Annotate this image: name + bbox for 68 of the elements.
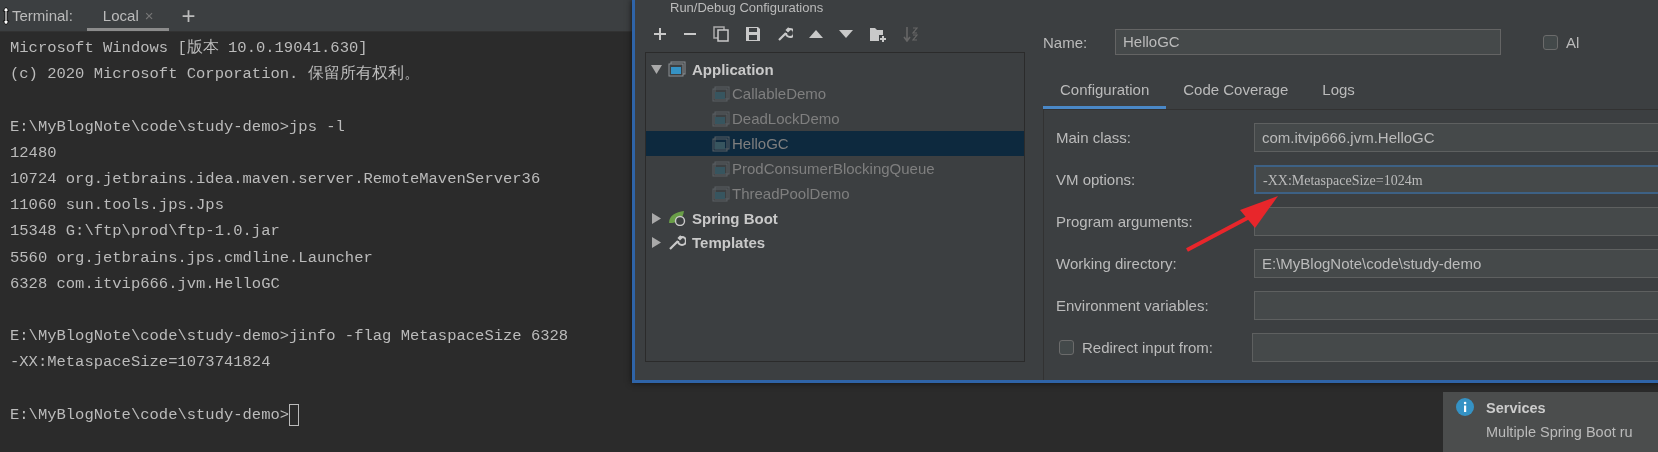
- info-icon: [1456, 398, 1474, 416]
- new-folder-icon[interactable]: [869, 26, 887, 42]
- move-down-icon[interactable]: [839, 30, 853, 38]
- copy-icon[interactable]: [713, 26, 729, 42]
- input-field[interactable]: com.itvip666.jvm.HelloGC: [1254, 122, 1658, 152]
- tab[interactable]: Logs: [1305, 74, 1372, 109]
- terminal-line: 11060 sun.tools.jps.Jps: [10, 195, 224, 217]
- field-label: Environment variables:: [1056, 296, 1210, 314]
- terminal-line: E:\MyBlogNote\code\study-demo>jps -l: [10, 116, 345, 138]
- terminal-tab[interactable]: Local ×: [86, 0, 170, 31]
- terminal-line: E:\MyBlogNote\code\study-demo>jinfo -flag MetaspaceSize 6328: [10, 326, 569, 348]
- move-up-icon[interactable]: [809, 30, 823, 38]
- terminal-line: 5560 org.jetbrains.jps.cmdline.Launcher: [10, 247, 373, 269]
- save-icon[interactable]: [745, 26, 761, 42]
- terminal-line: Microsoft Windows [版本 10.0.19041.630]: [10, 38, 368, 60]
- application-window-icon: [712, 160, 730, 177]
- input-field[interactable]: E:\MyBlogNote\code\study-demo: [1254, 248, 1658, 278]
- application-window-icon: [712, 135, 730, 152]
- application-window-icon: [712, 185, 730, 202]
- tree-group[interactable]: Spring Boot: [692, 209, 778, 227]
- resize-cursor-icon: [2, 5, 10, 26]
- tree-item[interactable]: ThreadPoolDemo: [646, 181, 1024, 206]
- input-field[interactable]: -XX:MetaspaceSize=1024m: [1254, 164, 1658, 194]
- dialog-title: Run/Debug Configurations: [669, 0, 825, 16]
- name-field[interactable]: HelloGC: [1115, 29, 1501, 55]
- tree-group[interactable]: Templates: [692, 233, 766, 251]
- application-window-icon: [668, 61, 686, 77]
- notification-title: Services: [1486, 399, 1547, 418]
- tree-item[interactable]: HelloGC: [646, 131, 1024, 156]
- checkbox-label: Redirect input from:: [1082, 338, 1214, 356]
- terminal-label: Terminal:: [12, 7, 73, 24]
- notification-text: Multiple Spring Boot ru: [1486, 424, 1633, 440]
- wrench-icon: [668, 234, 686, 250]
- remove-icon[interactable]: [683, 32, 697, 36]
- tree-item[interactable]: DeadLockDemo: [646, 106, 1024, 131]
- checkbox[interactable]: [1543, 34, 1558, 50]
- name-label: Name:: [1043, 33, 1089, 51]
- terminal-line: 15348 G:\ftp\prod\ftp-1.0.jar: [10, 221, 280, 243]
- checkbox-label: Al: [1566, 33, 1580, 51]
- tree-item[interactable]: CallableDemo: [646, 81, 1024, 106]
- application-window-icon: [712, 110, 730, 127]
- field-label: Main class:: [1056, 128, 1133, 146]
- expand-toggle-icon[interactable]: [651, 212, 662, 224]
- terminal-line: 6328 com.itvip666.jvm.HelloGC: [10, 273, 280, 295]
- terminal-line: -XX:MetaspaceSize=1073741824: [10, 352, 271, 374]
- input-field[interactable]: [1254, 290, 1658, 320]
- wrench-icon[interactable]: [777, 26, 793, 42]
- terminal-line: E:\MyBlogNote\code\study-demo>: [10, 404, 290, 426]
- add-tab-button[interactable]: +: [181, 1, 196, 30]
- tree-group[interactable]: Application: [692, 60, 774, 78]
- input-field[interactable]: [1252, 332, 1658, 362]
- input-field[interactable]: [1254, 206, 1658, 236]
- tree-item[interactable]: ProdConsumerBlockingQueue: [646, 156, 1024, 181]
- text-cursor-icon: [289, 403, 300, 426]
- tab[interactable]: Configuration: [1043, 74, 1167, 109]
- expand-toggle-icon[interactable]: [651, 236, 662, 248]
- field-label: VM options:: [1056, 170, 1137, 188]
- tab[interactable]: Code Coverage: [1166, 74, 1306, 109]
- terminal-line: (c) 2020 Microsoft Corporation. 保留所有权利。: [10, 64, 420, 86]
- field-label: Program arguments:: [1056, 212, 1194, 230]
- leaf-gear-icon: [668, 210, 686, 226]
- add-icon[interactable]: [653, 27, 667, 41]
- expand-toggle-icon[interactable]: [651, 63, 662, 75]
- application-window-icon: [712, 85, 730, 102]
- terminal-line: 10724 org.jetbrains.idea.maven.server.RemoteMavenServer36: [10, 169, 541, 191]
- field-label: Working directory:: [1056, 254, 1178, 272]
- checkbox[interactable]: [1059, 339, 1074, 355]
- terminal-line: 12480: [10, 142, 57, 164]
